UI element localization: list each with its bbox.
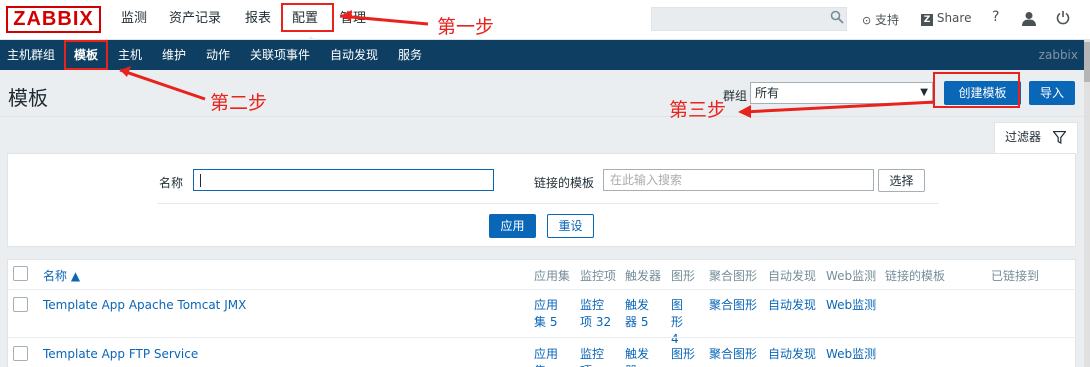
arrow-to-step2-line — [119, 68, 206, 101]
annotation-arrows — [119, 10, 936, 118]
annotation-step1: 第一步 — [437, 16, 495, 38]
zabbix-app: ZABBIX 监测 资产记录 报表 配置 管理 ⊙ 支持 Z Share ? 主… — [0, 0, 1090, 367]
annotation-step3: 第三步 — [669, 99, 727, 121]
arrow-to-step1-head — [340, 10, 352, 21]
arrow-to-step3-line — [742, 100, 936, 114]
annotation-step2: 第二步 — [210, 92, 268, 114]
arrow-to-step3-head — [738, 105, 751, 118]
arrow-to-step1-line — [339, 14, 429, 26]
arrow-to-step2-head — [120, 66, 131, 77]
